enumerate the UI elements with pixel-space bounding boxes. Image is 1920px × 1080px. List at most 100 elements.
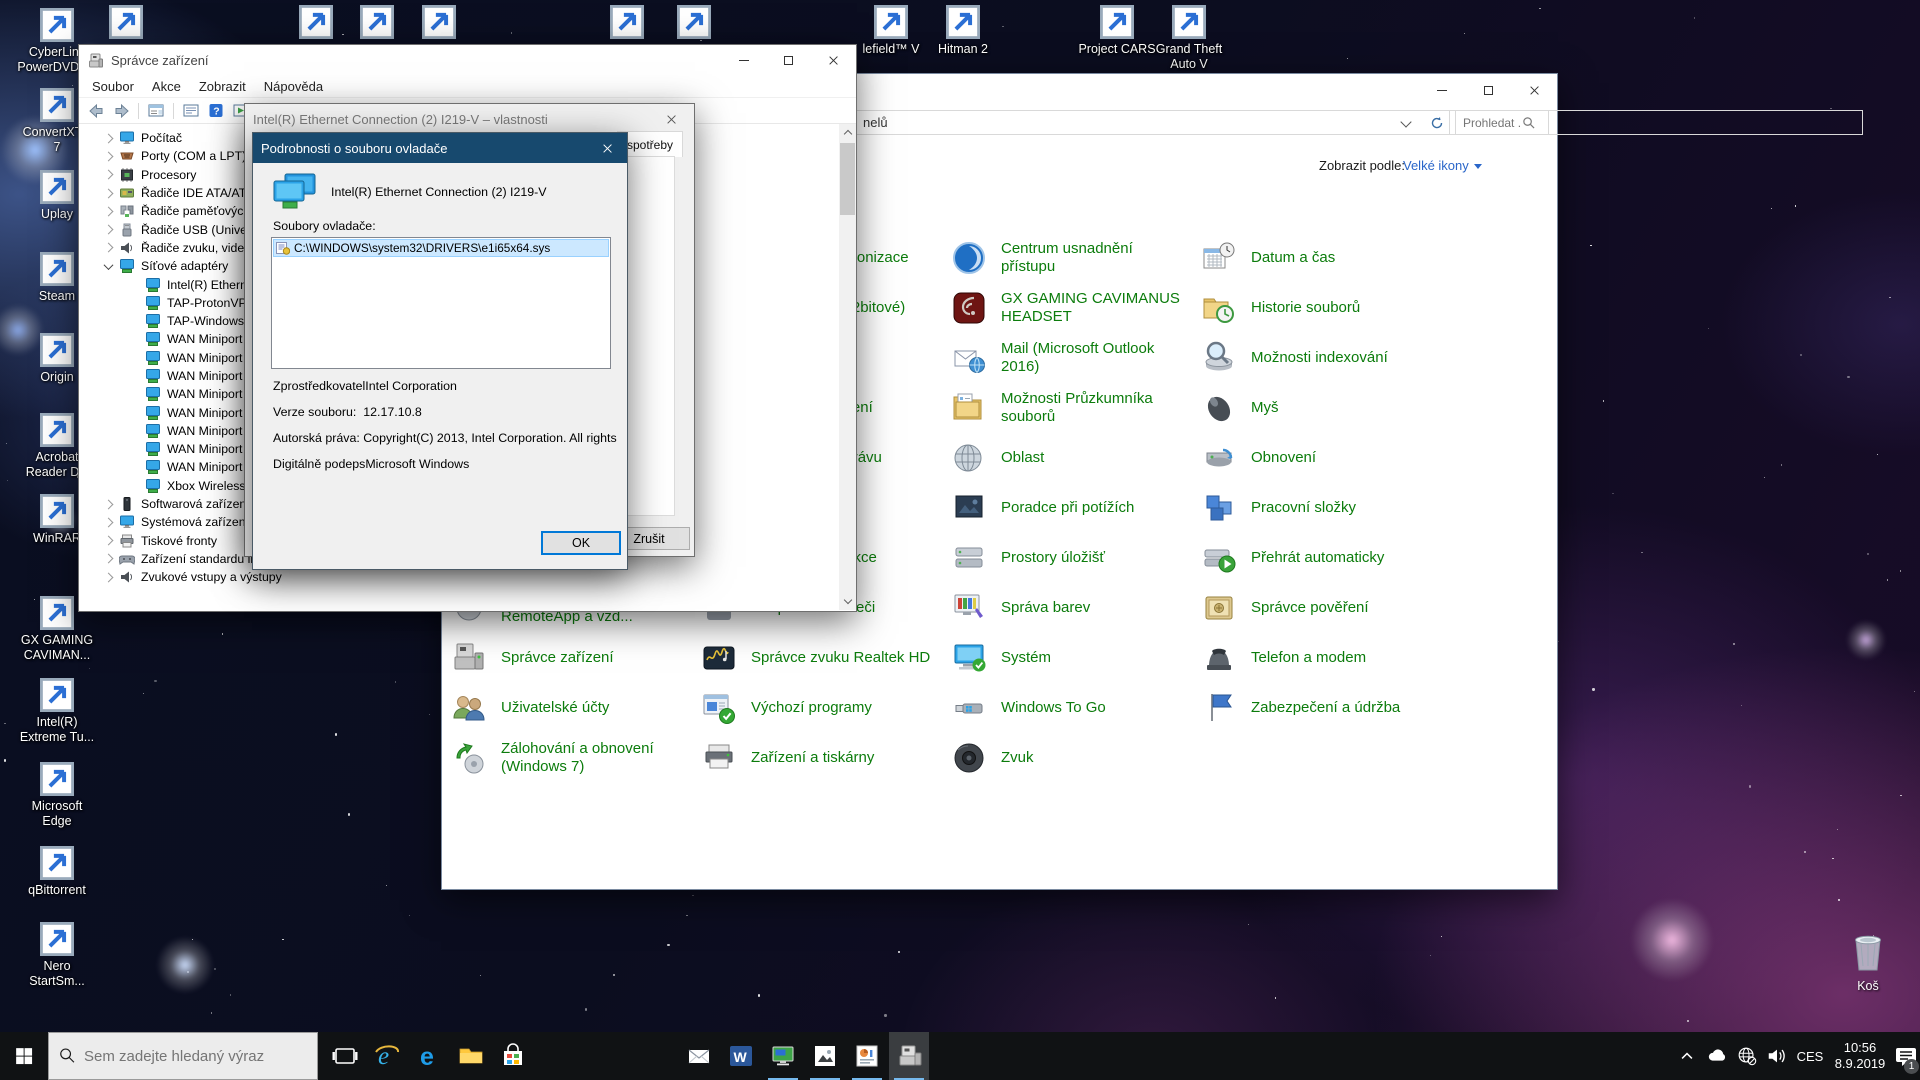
control-panel-item[interactable]: Správce zvuku Realtek HD — [699, 633, 949, 683]
tray-volume[interactable] — [1762, 1032, 1792, 1080]
chevron-right-icon[interactable] — [104, 499, 114, 509]
control-panel-item[interactable]: Obnovení — [1199, 433, 1449, 483]
chevron-right-icon[interactable] — [104, 572, 114, 582]
desktop-icon-blackswords[interactable] — [394, 5, 484, 39]
control-panel-item[interactable]: Telefon a modem — [1199, 633, 1449, 683]
close-button[interactable] — [811, 45, 856, 76]
chevron-right-icon[interactable] — [104, 225, 114, 235]
start-button[interactable] — [0, 1032, 48, 1080]
minimize-button[interactable] — [1419, 74, 1465, 106]
control-panel-item[interactable]: GX GAMING CAVIMANUS HEADSET — [949, 283, 1199, 333]
search-input[interactable] — [1456, 116, 1522, 130]
maximize-button[interactable] — [1465, 74, 1511, 106]
control-panel-item[interactable]: Zálohování a obnovení (Windows 7) — [449, 733, 699, 783]
search-box[interactable] — [1455, 110, 1549, 135]
control-panel-item[interactable]: Prostory úložišť — [949, 533, 1199, 583]
control-panel-item[interactable]: Myš — [1199, 383, 1449, 433]
chevron-right-icon[interactable] — [104, 243, 114, 253]
back-button[interactable] — [85, 101, 107, 121]
taskbar-presentation-icon[interactable] — [847, 1032, 887, 1080]
scroll-thumb[interactable] — [840, 143, 855, 215]
control-panel-item[interactable]: Správce pověření — [1199, 583, 1449, 633]
control-panel-item[interactable]: Zvuk — [949, 733, 1199, 783]
menu-item-nápověda[interactable]: Nápověda — [255, 76, 332, 97]
chevron-right-icon[interactable] — [104, 206, 114, 216]
driver-file-row-selected[interactable]: C:\WINDOWS\system32\DRIVERS\e1i65x64.sys — [273, 239, 609, 257]
tray-language[interactable]: CES — [1792, 1032, 1828, 1080]
ok-button[interactable]: OK — [541, 531, 621, 555]
taskbar-mail-icon[interactable] — [679, 1032, 719, 1080]
control-panel-item[interactable]: Systém — [949, 633, 1199, 683]
properties-button[interactable] — [180, 101, 202, 121]
control-panel-item[interactable]: Oblast — [949, 433, 1199, 483]
menu-item-zobrazit[interactable]: Zobrazit — [190, 76, 255, 97]
taskbar-task-view-icon[interactable] — [325, 1032, 365, 1080]
device-manager-titlebar[interactable]: Správce zařízení — [79, 45, 856, 76]
refresh-button[interactable] — [1424, 110, 1450, 135]
desktop-icon-dark2[interactable] — [649, 5, 739, 39]
maximize-button[interactable] — [766, 45, 811, 76]
chevron-right-icon[interactable] — [104, 151, 114, 161]
view-by-dropdown[interactable]: Velké ikony — [1403, 158, 1482, 173]
taskbar-word-icon[interactable]: W — [721, 1032, 761, 1080]
control-panel-item[interactable]: Historie souborů — [1199, 283, 1449, 333]
control-panel-item[interactable]: Mail (Microsoft Outlook 2016) — [949, 333, 1199, 383]
chevron-right-icon[interactable] — [104, 517, 114, 527]
taskbar-search-box[interactable] — [48, 1032, 318, 1080]
close-button[interactable] — [1511, 74, 1557, 106]
taskbar-display-app-icon[interactable] — [763, 1032, 803, 1080]
control-panel-item[interactable]: Centrum usnadnění přístupu — [949, 233, 1199, 283]
chevron-right-icon[interactable] — [104, 554, 114, 564]
scrollbar[interactable] — [839, 124, 856, 610]
chevron-right-icon[interactable] — [104, 133, 114, 143]
control-panel-item[interactable]: Datum a čas — [1199, 233, 1449, 283]
control-panel-item[interactable]: Pracovní složky — [1199, 483, 1449, 533]
desktop-icon-intel[interactable]: Intel(R) Extreme Tu... — [12, 678, 102, 745]
control-panel-item[interactable]: Výchozí programy — [699, 683, 949, 733]
chevron-down-icon[interactable] — [104, 260, 114, 270]
tray-clock[interactable]: 10:56 8.9.2019 — [1828, 1032, 1892, 1080]
chevron-right-icon[interactable] — [104, 536, 114, 546]
desktop-icon-gtav[interactable]: VGrand Theft Auto V — [1144, 5, 1234, 72]
taskbar-internet-explorer-icon[interactable]: e — [367, 1032, 407, 1080]
control-panel-item[interactable]: Uživatelské účty — [449, 683, 699, 733]
help-button[interactable]: ? — [205, 101, 227, 121]
taskbar-photos-icon[interactable] — [805, 1032, 845, 1080]
control-panel-item[interactable]: Možnosti indexování — [1199, 333, 1449, 383]
control-panel-item[interactable]: Poradce při potížích — [949, 483, 1199, 533]
menu-item-akce[interactable]: Akce — [143, 76, 190, 97]
chevron-right-icon[interactable] — [104, 170, 114, 180]
taskbar-edge-icon[interactable]: e — [409, 1032, 449, 1080]
control-panel-item[interactable]: Správce zařízení — [449, 633, 699, 683]
forward-button[interactable] — [110, 101, 132, 121]
control-panel-item[interactable]: Přehrát automaticky — [1199, 533, 1449, 583]
tree-item[interactable]: Zvukové vstupy a výstupy — [79, 568, 839, 586]
list-view-button[interactable] — [145, 101, 167, 121]
taskbar-file-explorer-icon[interactable] — [451, 1032, 491, 1080]
scroll-up-icon[interactable] — [839, 124, 856, 141]
control-panel-item[interactable]: Zabezpečení a údržba — [1199, 683, 1449, 733]
desktop-icon-qbittorrent[interactable]: qbqBittorrent — [12, 846, 102, 898]
minimize-button[interactable] — [721, 45, 766, 76]
action-center-button[interactable]: 1 — [1892, 1032, 1920, 1080]
chevron-right-icon[interactable] — [104, 188, 114, 198]
desktop-icon-nero[interactable]: Nero StartSm... — [12, 922, 102, 989]
close-button[interactable] — [587, 133, 627, 163]
menu-item-soubor[interactable]: Soubor — [83, 76, 143, 97]
driver-files-list[interactable]: C:\WINDOWS\system32\DRIVERS\e1i65x64.sys — [271, 237, 611, 369]
control-panel-item[interactable]: Zařízení a tiskárny — [699, 733, 949, 783]
control-panel-item[interactable]: Správa barev — [949, 583, 1199, 633]
desktop-icon-hitman[interactable]: H2Hitman 2 — [918, 5, 1008, 57]
tray-network[interactable] — [1732, 1032, 1762, 1080]
recycle-bin-icon[interactable]: Koš — [1828, 928, 1908, 993]
tray-onedrive[interactable] — [1702, 1032, 1732, 1080]
tray-chevron-up[interactable] — [1672, 1032, 1702, 1080]
taskbar-store-icon[interactable] — [493, 1032, 533, 1080]
scroll-down-icon[interactable] — [839, 593, 856, 610]
control-panel-item[interactable]: Možnosti Průzkumníka souborů — [949, 383, 1199, 433]
desktop-icon-edge[interactable]: Microsoft Edge — [12, 762, 102, 829]
taskbar-search-input[interactable] — [84, 1048, 304, 1065]
control-panel-item[interactable]: Windows To Go — [949, 683, 1199, 733]
taskbar-device-manager-icon[interactable] — [889, 1032, 929, 1080]
dialog-titlebar[interactable]: Podrobnosti o souboru ovladače — [253, 133, 627, 163]
